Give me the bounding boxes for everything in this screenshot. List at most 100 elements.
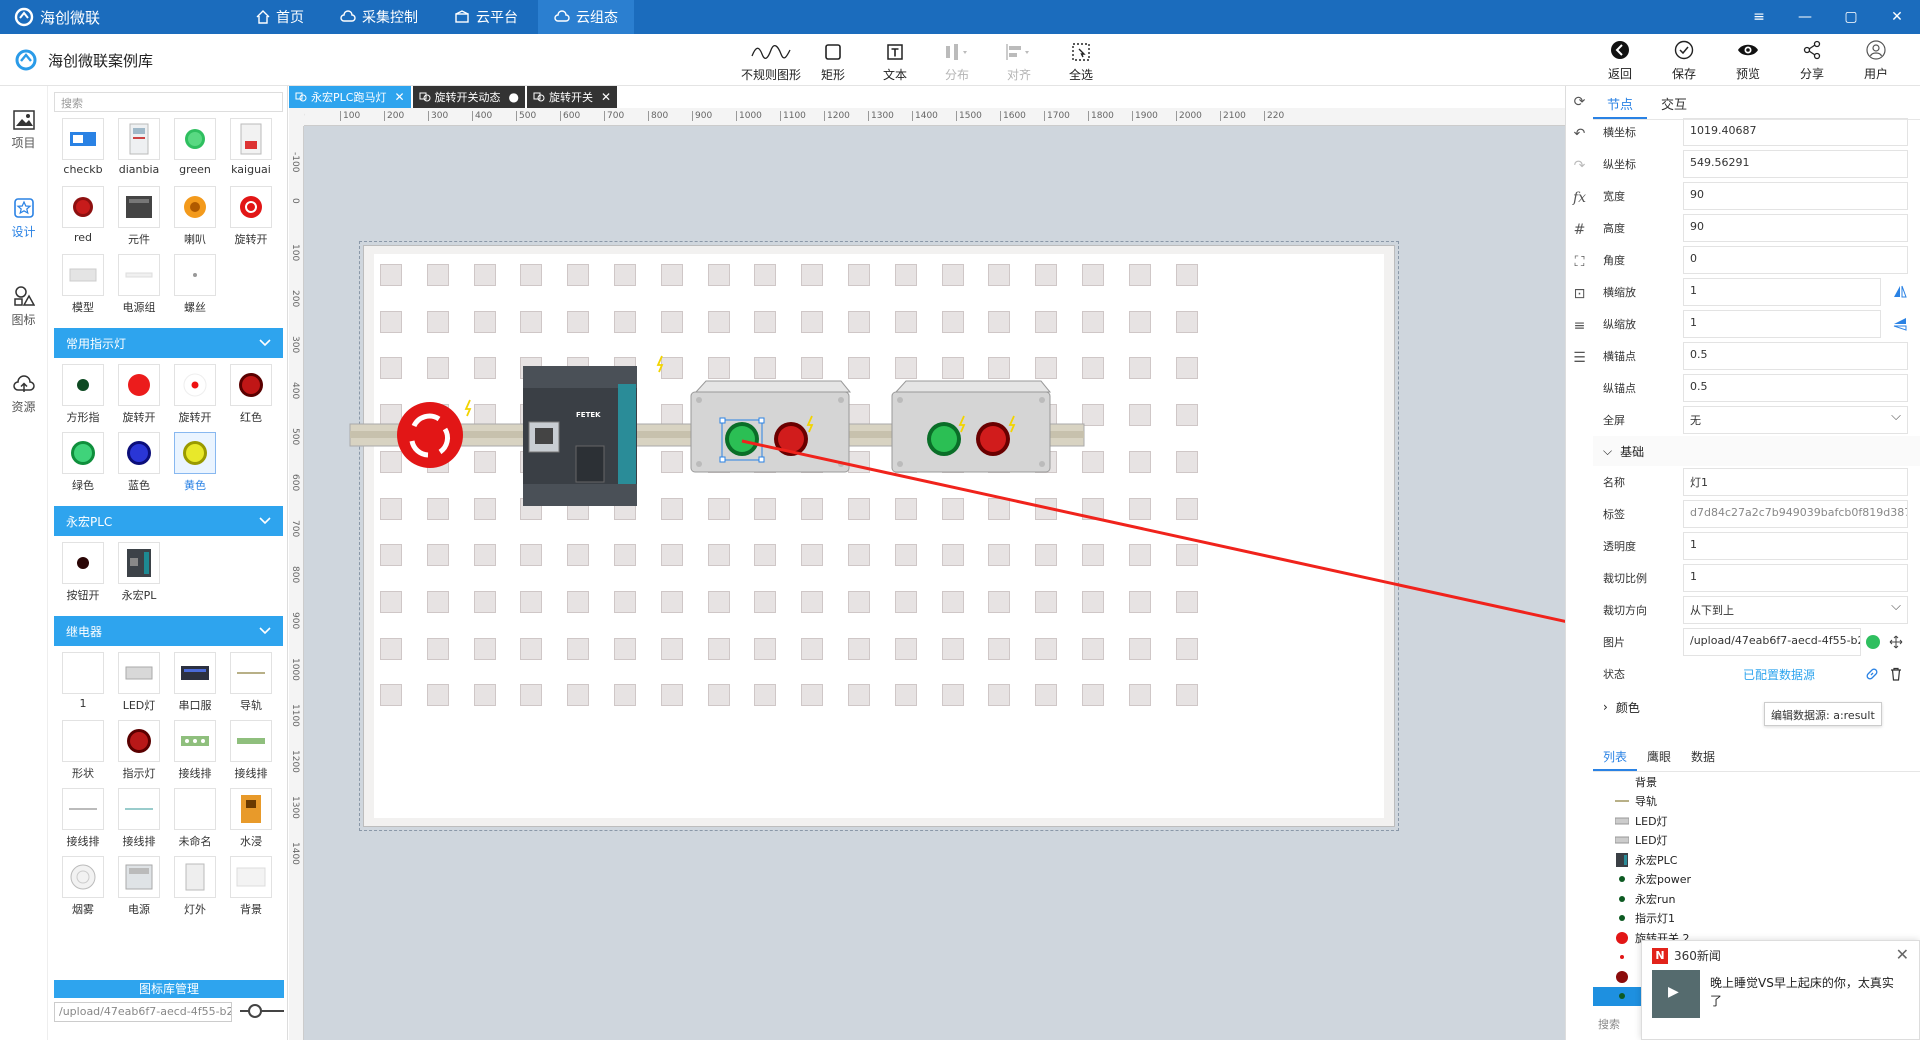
- library-item[interactable]: 接线排: [56, 788, 110, 856]
- undo-icon[interactable]: ↶: [1566, 118, 1593, 150]
- tool-select-all[interactable]: 全选: [1050, 40, 1112, 83]
- library-item[interactable]: 螺丝: [168, 254, 222, 322]
- datasource-link[interactable]: 已配置数据源: [1743, 666, 1815, 683]
- nav-scada[interactable]: 云组态: [538, 0, 634, 34]
- tab-rotary-dynamic[interactable]: 旋转开关动态 ●: [412, 86, 525, 108]
- tab-rotary-switch[interactable]: 旋转开关 ✕: [527, 86, 618, 108]
- library-item[interactable]: 电源组: [112, 254, 166, 322]
- prop-height-input[interactable]: 90: [1683, 214, 1908, 242]
- nav-home[interactable]: 首页: [240, 0, 320, 34]
- button-box-1[interactable]: [690, 380, 852, 473]
- rail-design[interactable]: 设计: [0, 174, 47, 262]
- prop-scale-x-input[interactable]: 1: [1683, 278, 1881, 306]
- flip-vertical-icon[interactable]: [1893, 317, 1907, 331]
- layer-item[interactable]: 背景: [1593, 772, 1920, 792]
- library-item[interactable]: 指示灯: [112, 720, 166, 788]
- rail-project[interactable]: 项目: [0, 86, 47, 174]
- library-item[interactable]: LED灯: [112, 652, 166, 720]
- prop-anchor-y-input[interactable]: 0.5: [1683, 374, 1908, 402]
- save-button[interactable]: 保存: [1652, 40, 1716, 82]
- library-item[interactable]: 按钮开: [56, 542, 110, 610]
- library-item[interactable]: 1: [56, 652, 110, 720]
- prop-scale-y-input[interactable]: 1: [1683, 310, 1881, 338]
- design-canvas[interactable]: FETEK: [304, 126, 1565, 1040]
- section-header-indicator-lights[interactable]: 常用指示灯: [54, 328, 283, 358]
- prop-anchor-x-input[interactable]: 0.5: [1683, 342, 1908, 370]
- rail-resources[interactable]: 资源: [0, 350, 47, 438]
- rotary-switch[interactable]: [397, 402, 463, 468]
- layer-item[interactable]: 导轨: [1593, 792, 1920, 812]
- move-icon[interactable]: [1889, 635, 1903, 649]
- section-header-plc[interactable]: 永宏PLC: [54, 506, 283, 536]
- layer-item[interactable]: 永宏PLC: [1593, 850, 1920, 870]
- link-icon[interactable]: [1865, 667, 1879, 681]
- news-headline[interactable]: 晚上睡觉VS早上起床的你，太真实了: [1710, 970, 1900, 1018]
- function-icon[interactable]: fx: [1566, 182, 1593, 214]
- library-item[interactable]: 未命名: [168, 788, 222, 856]
- trash-icon[interactable]: [1889, 667, 1903, 681]
- library-item[interactable]: 接线排: [168, 720, 222, 788]
- tool-irregular-shape[interactable]: 不规则图形: [740, 40, 802, 83]
- prop-crop-direction-select[interactable]: 从下到上: [1683, 596, 1908, 624]
- library-item[interactable]: 电源: [112, 856, 166, 924]
- library-item[interactable]: 灯外: [168, 856, 222, 924]
- menu-icon[interactable]: ≡: [1736, 0, 1782, 34]
- library-item[interactable]: 旋转开: [168, 364, 222, 432]
- prop-image-input[interactable]: /upload/47eab6f7-aecd-4f55-b29: [1683, 628, 1861, 656]
- green-indicator-light[interactable]: [927, 422, 961, 456]
- news-popup[interactable]: N 360新闻 ✕ 晚上睡觉VS早上起床的你，太真实了: [1641, 940, 1920, 1040]
- slider-knob[interactable]: [248, 1004, 262, 1018]
- fit-center-icon[interactable]: ⊡: [1566, 278, 1593, 310]
- prop-opacity-input[interactable]: 1: [1683, 532, 1908, 560]
- prop-y-input[interactable]: 549.56291: [1683, 150, 1908, 178]
- news-video-thumbnail[interactable]: [1652, 970, 1700, 1018]
- library-item[interactable]: 绿色: [56, 432, 110, 500]
- rail-icons[interactable]: 图标: [0, 262, 47, 350]
- tool-distribute[interactable]: 分布: [926, 40, 988, 83]
- plc-unit[interactable]: FETEK: [523, 366, 637, 506]
- library-item[interactable]: 元件: [112, 186, 166, 254]
- preview-button[interactable]: 预览: [1716, 40, 1780, 82]
- prop-x-input[interactable]: 1019.40687: [1683, 118, 1908, 146]
- tab-list[interactable]: 列表: [1593, 742, 1638, 771]
- prop-width-input[interactable]: 90: [1683, 182, 1908, 210]
- layer-item[interactable]: 指示灯1: [1593, 909, 1920, 929]
- library-item[interactable]: 方形指: [56, 364, 110, 432]
- library-item[interactable]: 背景: [224, 856, 278, 924]
- library-item[interactable]: green: [168, 118, 222, 186]
- section-header-relay[interactable]: 继电器: [54, 616, 283, 646]
- library-item[interactable]: 旋转开: [112, 364, 166, 432]
- library-item[interactable]: 形状: [56, 720, 110, 788]
- library-item[interactable]: dianbia: [112, 118, 166, 186]
- prop-tag-input[interactable]: d7d84c27a2c7b949039bafcb0f819d3872: [1683, 500, 1908, 528]
- prop-name-input[interactable]: 灯1: [1683, 468, 1908, 496]
- outline-icon[interactable]: ☰: [1566, 342, 1593, 374]
- library-item[interactable]: 旋转开: [224, 186, 278, 254]
- tool-align[interactable]: 对齐: [988, 40, 1050, 83]
- library-search-input[interactable]: 搜索: [54, 92, 283, 112]
- prop-angle-input[interactable]: 0: [1683, 246, 1908, 274]
- refresh-icon[interactable]: ⟳: [1566, 86, 1593, 118]
- redo-icon[interactable]: ↷: [1566, 150, 1593, 182]
- library-item[interactable]: 串口服: [168, 652, 222, 720]
- close-tab-icon[interactable]: ✕: [601, 90, 611, 104]
- library-item[interactable]: kaiguai: [224, 118, 278, 186]
- library-item[interactable]: 模型: [56, 254, 110, 322]
- library-item[interactable]: 蓝色: [112, 432, 166, 500]
- library-item[interactable]: 永宏PL: [112, 542, 166, 610]
- close-button[interactable]: ✕: [1874, 0, 1920, 34]
- layer-item[interactable]: 永宏power: [1593, 870, 1920, 890]
- basic-group-header[interactable]: ⌵ 基础: [1593, 436, 1920, 466]
- list-icon[interactable]: ≡: [1566, 310, 1593, 342]
- unsaved-dot-icon[interactable]: ●: [509, 90, 519, 104]
- library-item[interactable]: 烟雾: [56, 856, 110, 924]
- tab-interaction[interactable]: 交互: [1647, 86, 1701, 119]
- tool-text[interactable]: 文本: [864, 40, 926, 83]
- news-body[interactable]: 晚上睡觉VS早上起床的你，太真实了: [1642, 970, 1919, 1018]
- tab-eagle-eye[interactable]: 鹰眼: [1637, 742, 1681, 771]
- button-box-2[interactable]: [891, 380, 1052, 473]
- library-item[interactable]: 接线排: [224, 720, 278, 788]
- minimize-button[interactable]: —: [1782, 0, 1828, 34]
- red-indicator-light[interactable]: [774, 422, 808, 456]
- library-item[interactable]: 黄色: [168, 432, 222, 500]
